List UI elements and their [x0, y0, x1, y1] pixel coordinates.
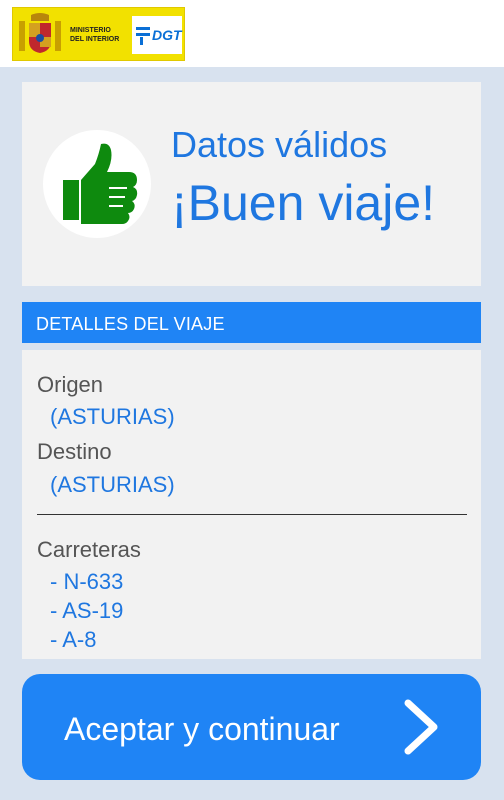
dgt-wordmark: DGT	[152, 27, 182, 43]
destination-label: Destino	[37, 439, 112, 464]
origin-label: Origen	[37, 372, 104, 397]
roads-label: Carreteras	[37, 537, 141, 562]
road-item: - AS-19	[50, 598, 124, 623]
chevron-right-icon	[404, 699, 438, 755]
government-logo: MINISTERIO DEL INTERIOR DGT	[12, 7, 185, 61]
dgt-logo: DGT	[132, 16, 182, 54]
origin-value: (ASTURIAS)	[50, 404, 175, 429]
thumb-circle	[43, 130, 151, 238]
status-message: ¡Buen viaje!	[171, 175, 436, 231]
result-panel: Datos válidos ¡Buen viaje!	[22, 82, 481, 286]
road-item: - A-8	[50, 627, 97, 652]
ministry-name: MINISTERIO DEL INTERIOR	[70, 27, 120, 43]
dgt-mark-icon	[136, 27, 150, 45]
accept-continue-button[interactable]: Aceptar y continuar	[22, 674, 481, 780]
accept-continue-label: Aceptar y continuar	[64, 711, 340, 747]
section-header: DETALLES DEL VIAJE	[22, 302, 481, 343]
section-title: DETALLES DEL VIAJE	[36, 314, 225, 334]
thumbs-up-icon	[63, 143, 138, 224]
coat-of-arms-icon	[19, 13, 61, 53]
destination-value: (ASTURIAS)	[50, 472, 175, 497]
trip-details-panel[interactable]: Origen (ASTURIAS) Destino (ASTURIAS) Car…	[22, 350, 481, 659]
divider	[37, 514, 467, 515]
road-item: - N-633	[50, 569, 124, 594]
status-title: Datos válidos	[171, 124, 388, 165]
app-header: MINISTERIO DEL INTERIOR DGT	[0, 0, 504, 67]
